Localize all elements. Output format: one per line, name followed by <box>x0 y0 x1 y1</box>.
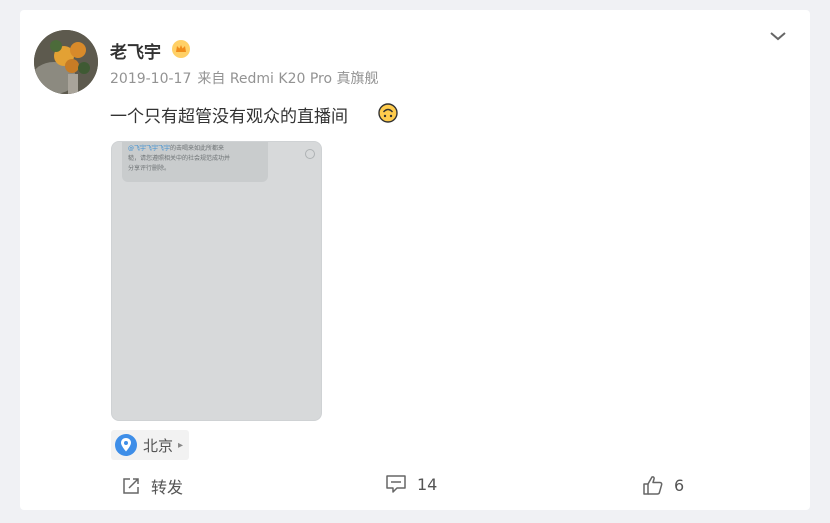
like-icon <box>643 476 663 495</box>
repost-button[interactable]: 转发 <box>121 474 183 498</box>
repost-label: 转发 <box>151 478 184 497</box>
avatar[interactable] <box>34 30 98 94</box>
post-date[interactable]: 2019-10-17 <box>110 71 191 87</box>
image-corner-icon <box>305 149 315 159</box>
comment-button[interactable]: 14 <box>385 474 437 494</box>
post-source: 来自 Redmi K20 Pro 真旗舰 <box>197 71 379 87</box>
comment-count: 14 <box>417 474 438 494</box>
post-meta: 2019-10-17 来自 Redmi K20 Pro 真旗舰 <box>110 68 385 88</box>
location-arrow-icon: ▸ <box>178 439 184 451</box>
post-text: 一个只有超管没有观众的直播间 <box>110 107 348 127</box>
location-label: 北京 <box>143 436 174 455</box>
chevron-down-icon[interactable] <box>768 28 788 44</box>
upside-down-face-icon <box>378 103 398 123</box>
like-button[interactable]: 6 <box>642 474 684 496</box>
post-image[interactable]: @飞宇飞宇飞宇的击喝来如此所都来 糙，请您遵照相关中的社会规范成功并 分享评行删… <box>111 141 322 421</box>
comment-icon <box>386 475 406 493</box>
location-tag[interactable]: 北京 ▸ <box>111 430 190 460</box>
repost-icon <box>123 478 139 494</box>
vip-crown-icon[interactable] <box>172 40 190 58</box>
post-card: 老飞宇 2019-10-17 来自 Redmi K20 Pro 真旗舰 一个只有超… <box>20 10 810 510</box>
image-bubble-link: @飞宇飞宇飞宇 <box>128 145 171 152</box>
username[interactable]: 老飞宇 <box>110 38 161 63</box>
image-chat-bubble: @飞宇飞宇飞宇的击喝来如此所都来 糙，请您遵照相关中的社会规范成功并 分享评行删… <box>122 142 268 182</box>
location-pin-icon <box>115 434 137 456</box>
like-count: 6 <box>674 475 685 495</box>
